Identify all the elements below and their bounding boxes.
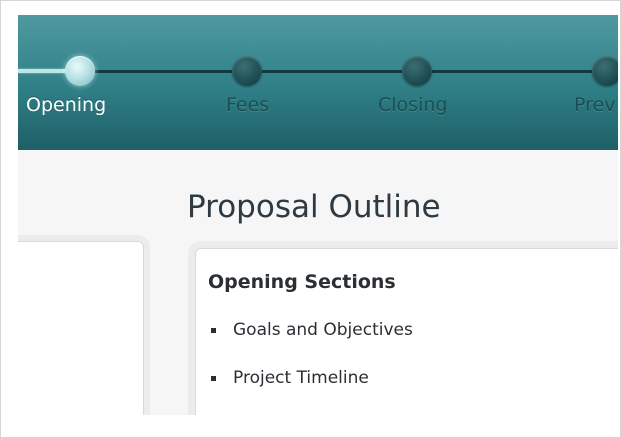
wizard-step-closing[interactable]: Closing xyxy=(378,94,447,116)
wizard-step-opening[interactable]: Opening xyxy=(26,94,106,116)
bullet-icon xyxy=(211,376,216,381)
app-viewport: Opening Fees Closing Prev Proposal Outli… xyxy=(18,15,618,415)
outline-item-label: Project Timeline xyxy=(233,368,369,388)
wizard-step-dot-opening[interactable] xyxy=(65,56,95,86)
wizard-progress-bar: Opening Fees Closing Prev xyxy=(18,15,618,150)
wizard-step-preview[interactable]: Prev xyxy=(574,94,615,116)
section-title: Opening Sections xyxy=(208,271,396,293)
outline-item-goals: Goals and Objectives xyxy=(208,319,413,367)
outline-item-timeline: Project Timeline xyxy=(208,367,413,415)
wizard-step-fees[interactable]: Fees xyxy=(226,94,269,116)
outline-item-label: Goals and Objectives xyxy=(233,320,413,340)
left-panel xyxy=(18,241,144,415)
bullet-icon xyxy=(211,328,216,333)
screenshot-frame: Opening Fees Closing Prev Proposal Outli… xyxy=(0,0,621,438)
outline-card: Opening Sections Goals and Objectives Pr… xyxy=(195,248,618,415)
wizard-track xyxy=(18,70,618,73)
wizard-step-dot-preview[interactable] xyxy=(592,56,618,86)
wizard-step-dot-closing[interactable] xyxy=(402,56,432,86)
page-title: Proposal Outline xyxy=(187,189,441,225)
wizard-step-dot-fees[interactable] xyxy=(232,56,262,86)
outline-list: Goals and Objectives Project Timeline xyxy=(208,319,413,415)
